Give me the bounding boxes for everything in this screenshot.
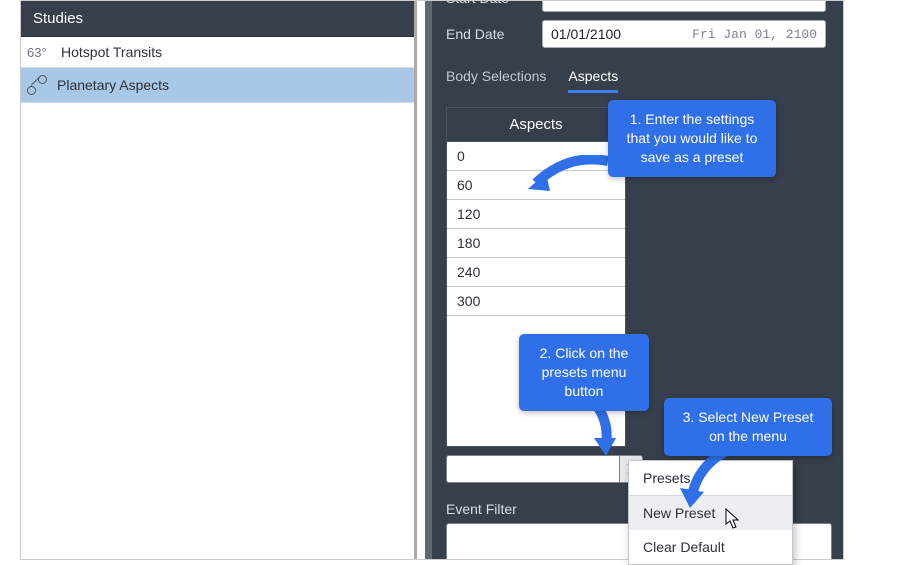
tab-body-selections[interactable]: Body Selections: [446, 68, 546, 93]
tab-aspects[interactable]: Aspects: [568, 68, 618, 93]
mouse-cursor-icon: [725, 508, 741, 530]
event-filter-label: Event Filter: [446, 501, 517, 517]
sidebar-item-hotspot-transits[interactable]: 63° Hotspot Transits: [21, 37, 414, 68]
table-row[interactable]: 240: [447, 258, 625, 287]
sidebar-item-planetary-aspects[interactable]: Planetary Aspects: [21, 68, 414, 103]
callout-1-arrow: [528, 155, 612, 195]
study-badge: 63°: [27, 45, 51, 60]
aspects-column-header: Aspects: [447, 108, 625, 142]
callout-1: 1. Enter the settings that you would lik…: [608, 100, 776, 177]
start-date-label: Start Date: [446, 0, 524, 6]
table-row[interactable]: 120: [447, 200, 625, 229]
callout-2: 2. Click on the presets menu button: [519, 334, 649, 411]
preset-controls: [446, 455, 643, 483]
table-row[interactable]: 300: [447, 287, 625, 316]
planetary-aspects-icon: [27, 75, 47, 95]
settings-tabs: Body Selections Aspects: [446, 68, 829, 93]
end-date-input[interactable]: 01/01/2100 Fri Jan 01, 2100: [542, 20, 826, 48]
start-date-row: Start Date: [446, 0, 829, 12]
study-label: Hotspot Transits: [61, 44, 162, 60]
end-date-weekday: Fri Jan 01, 2100: [692, 27, 817, 42]
callout-3: 3. Select New Preset on the menu: [664, 398, 832, 456]
table-row[interactable]: 180: [447, 229, 625, 258]
studies-header: Studies: [21, 1, 414, 37]
end-date-label: End Date: [446, 26, 524, 42]
end-date-value: 01/01/2100: [551, 26, 621, 42]
studies-panel: Studies 63° Hotspot Transits Planetary A…: [21, 1, 417, 560]
start-date-input[interactable]: [542, 0, 826, 12]
preset-name-input[interactable]: [446, 455, 619, 483]
end-date-row: End Date 01/01/2100 Fri Jan 01, 2100: [446, 12, 829, 48]
menu-item-clear-default[interactable]: Clear Default: [629, 530, 792, 564]
study-label: Planetary Aspects: [57, 77, 169, 93]
